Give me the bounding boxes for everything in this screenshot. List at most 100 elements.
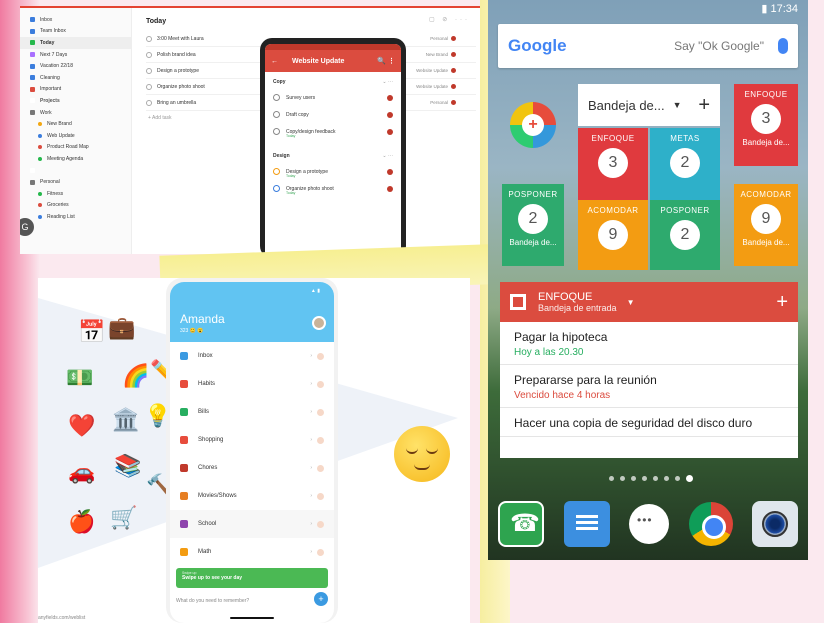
task-row[interactable]: Copy/design feedback Today [265,123,401,140]
list-item[interactable]: Math › [170,538,334,566]
sidebar-item[interactable]: Groceries [20,200,131,212]
camera-app-icon[interactable] [752,501,798,547]
list-subtitle: Bandeja de entrada [538,303,617,313]
widget-tile[interactable]: ENFOQUE 3 Bandeja de... [734,84,798,166]
widget-tile[interactable]: POSPONER 2 [650,200,720,270]
category-label: Math [198,549,212,555]
sidebar-item[interactable]: Next 7 Days [20,49,131,61]
android-home-screenshot: ▮ 17:34 Google Say "Ok Google" + Bandeja… [488,0,808,560]
task-row[interactable]: Draft copy [265,106,401,123]
task-checkbox[interactable] [146,83,152,90]
chrome-app-icon[interactable] [688,502,733,546]
todoist-sidebar: Inbox Team Inbox Today Next 7 Days Vacation … [20,8,132,254]
task-checkbox[interactable] [146,67,152,74]
sidebar-item[interactable]: Cleaning [20,72,131,84]
list-item[interactable]: Chores › [170,454,334,482]
sidebar-item[interactable]: Meeting Agenda [20,153,131,165]
list-item[interactable]: Inbox › [170,342,334,370]
sidebar-item-label: Vacation 22/18 [40,63,73,70]
sidebar-item-icon [30,98,35,104]
task-checkbox[interactable] [273,185,280,192]
list-item[interactable]: Pagar la hipoteca Hoy a las 20.30 [500,322,798,365]
sidebar-item[interactable]: Work [20,107,131,119]
habit-app-screenshot: 📅 💼 💵 🌈 ✏️ ❤️ 🏛️ 💡 🚗 📚 🍎 🛒 🔨 ▲ ▮ Amanda 323 😊 😮 Inbo… [38,278,470,623]
sidebar-item[interactable]: Vacation 22/18 [20,60,131,72]
widget-tile[interactable]: ENFOQUE 3 [578,128,648,200]
task-checkbox[interactable] [146,35,152,42]
task-checkbox[interactable] [273,168,280,175]
search-menu-icons[interactable]: 🔍 ⋮ [377,57,395,65]
add-button[interactable]: + [698,94,710,117]
sidebar-item[interactable]: New Brand [20,118,131,130]
sidebar-item[interactable]: Today [20,37,131,49]
section-header-copy: Copy ⌄ ··· [265,72,401,89]
phone-app-icon[interactable] [498,501,544,547]
sidebar-item[interactable]: Team Inbox [20,26,131,38]
widget-tile[interactable]: METAS 2 [650,128,720,200]
widget-tile[interactable]: ACOMODAR 9 [578,200,648,270]
tile-subtitle: Bandeja de... [742,138,790,147]
list-item[interactable]: Habits › [170,370,334,398]
task-row[interactable]: Design a prototype Today [265,163,401,180]
list-item[interactable]: Prepararse para la reunión Vencido hace 4… [500,365,798,408]
task-row[interactable]: Organize photo shoot Today [265,180,401,197]
avatar[interactable] [312,316,326,330]
tile-label: ENFOQUE [591,134,635,143]
section-menu-icon[interactable]: ⌄ ··· [382,153,393,159]
sidebar-item[interactable]: Important [20,84,131,96]
add-task-button[interactable]: + [776,291,788,314]
microphone-icon[interactable] [778,38,788,54]
sidebar-item[interactable]: Reading List [20,211,131,223]
status-bar: ▮ 17:34 [761,3,798,15]
category-label: Habits [198,381,216,387]
quick-add-input[interactable]: What do you need to remember? [176,592,328,610]
task-checkbox[interactable] [146,51,152,58]
sidebar-item[interactable]: Product Road Map [20,142,131,154]
list-item[interactable]: School › [170,510,334,538]
count-badge [317,408,324,416]
section-menu-icon[interactable]: ⌄ ··· [382,79,393,85]
task-row[interactable]: Survey users [265,89,401,106]
task-checkbox[interactable] [146,99,152,106]
add-button[interactable]: + [314,592,328,606]
task-title: Prepararse para la reunión [514,373,657,387]
list-item[interactable]: Shopping › [170,426,334,454]
widget-tile[interactable]: ACOMODAR 9 Bandeja de... [734,184,798,266]
toolbar-icons[interactable]: ▢ ⊘ ··· [429,16,470,23]
list-item[interactable]: Bills › [170,398,334,426]
task-project: Website Update [416,68,448,73]
category-label: Movies/Shows [198,493,237,499]
tile-subtitle: Bandeja de... [742,238,790,247]
count-badge [317,492,324,500]
messages-app-icon[interactable] [563,501,610,547]
sidebar-item[interactable]: Projects [20,95,131,107]
category-label: School [198,521,217,527]
page-indicator [606,475,696,482]
sidebar-item[interactable]: Inbox [20,14,131,26]
list-item[interactable]: Movies/Shows › [170,482,334,510]
project-dropdown[interactable]: Bandeja de... ▼ + [578,84,720,126]
sidebar-item-label: Cleaning [40,74,60,81]
sidebar-item[interactable]: Personal [20,176,131,188]
sidebar-item[interactable]: Fitness [20,188,131,200]
back-arrow-icon[interactable]: ← [271,58,278,65]
dropdown-arrow-icon[interactable]: ▼ [627,298,635,307]
widget-tile[interactable]: POSPONER 2 Bandeja de... [502,184,564,266]
task-checkbox[interactable] [273,94,280,101]
google-search-bar[interactable]: Google Say "Ok Google" [498,24,798,68]
task-title: 3:00 Meet with Laura [157,35,204,42]
sidebar-item-icon [38,203,42,208]
sidebar-item-icon [30,52,35,58]
task-due-date: Today [286,134,296,138]
sidebar-item[interactable]: Web Update [20,130,131,142]
list-item[interactable]: Hacer una copia de seguridad del disco d… [500,408,798,437]
task-checkbox[interactable] [273,111,280,118]
user-name: Amanda [180,312,225,326]
todoist-add-widget[interactable]: + [510,102,556,148]
sidebar-item-icon [38,156,42,161]
sidebar-item-label: Product Road Map [47,144,89,151]
swipe-banner[interactable]: Swipe up Swipe up to see your day [176,568,328,588]
sidebar-item[interactable] [20,165,131,177]
task-checkbox[interactable] [273,128,280,135]
app-drawer-icon[interactable] [629,504,669,544]
